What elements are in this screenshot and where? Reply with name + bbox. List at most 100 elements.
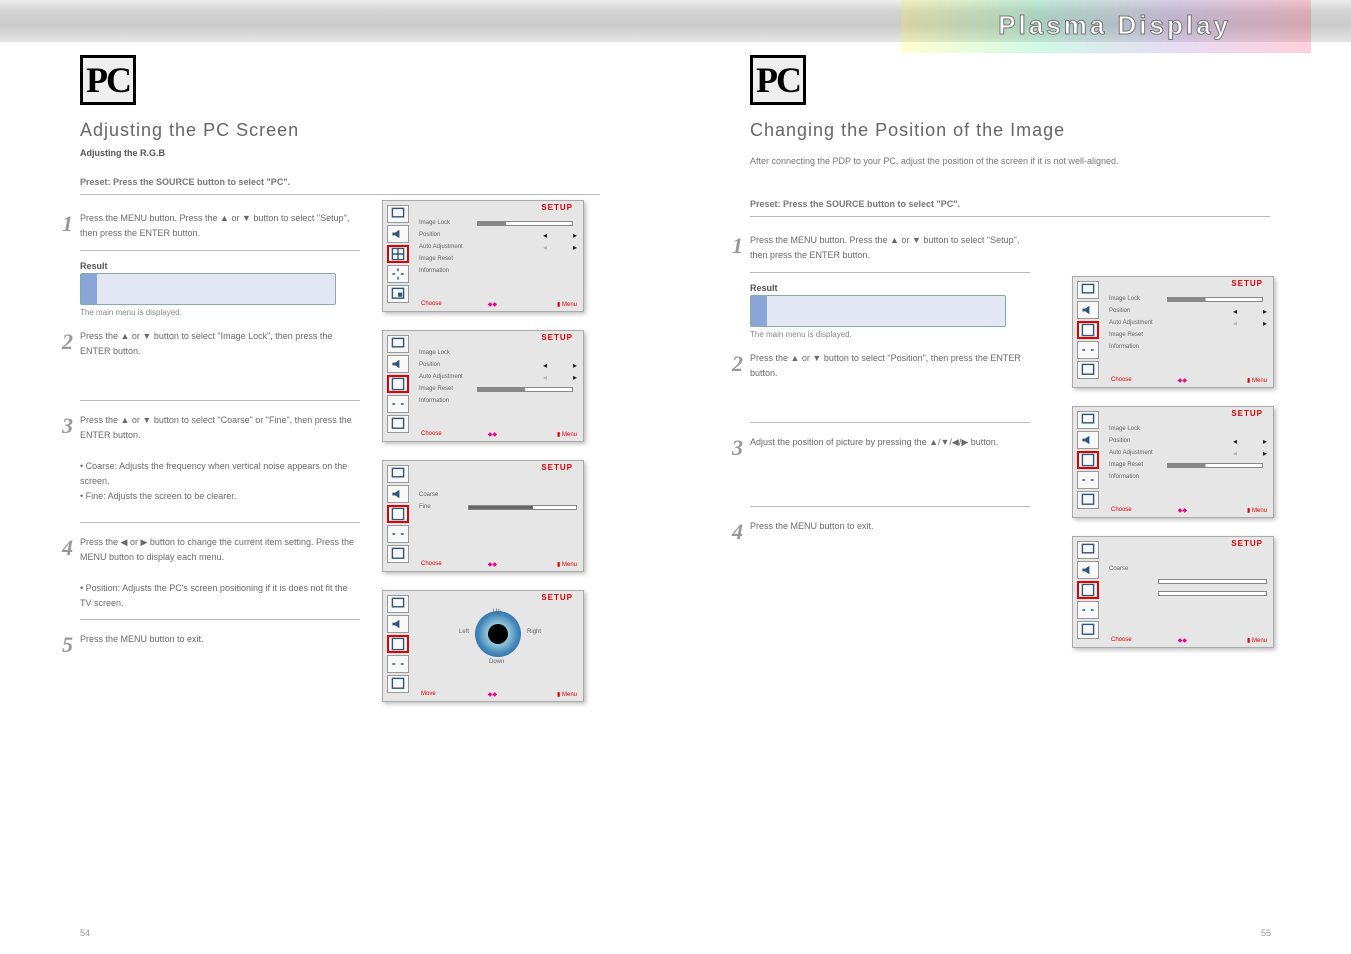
- osd-row-label: Information: [419, 268, 469, 274]
- osd-tab-sound-icon: [1077, 431, 1099, 449]
- osd-tab-pip-icon: [387, 675, 409, 693]
- osd-row-label: Information: [1109, 474, 1159, 480]
- osd-foot: ▮ Menu: [557, 301, 577, 308]
- ring-label-up: Up: [493, 609, 501, 615]
- osd-tab-screen-icon: [1077, 601, 1099, 619]
- osd-row-label: Information: [419, 398, 469, 404]
- callout: Result The main menu is displayed.: [750, 283, 1006, 339]
- osd-stack-right: SETUP Image Lock Position◂▸ Auto Adjustm…: [1072, 276, 1274, 666]
- osd-stack-left: SETUP Image Lock Position◂▸ Auto Adjustm…: [382, 200, 584, 720]
- osd-tab-setup-icon: [1077, 451, 1099, 469]
- osd-tab-picture-icon: [1077, 541, 1099, 559]
- osd-tab-pip-icon: [387, 415, 409, 433]
- osd-row-label: Image Reset: [419, 386, 469, 392]
- step-number: 1: [732, 233, 743, 259]
- section-subtitle: Adjusting the R.G.B: [80, 147, 600, 160]
- osd-tab-sound-icon: [1077, 561, 1099, 579]
- step-number: 4: [732, 519, 743, 545]
- pc-badge-label: PC: [756, 59, 800, 101]
- osd-title: SETUP: [541, 593, 573, 602]
- osd-tab-sound-icon: [387, 485, 409, 503]
- osd-row-label: Coarse: [1109, 566, 1159, 572]
- osd-row-label: Image Lock: [1109, 426, 1159, 432]
- osd-foot: Move: [421, 691, 436, 698]
- osd-row-label: Position: [1109, 438, 1159, 444]
- step-text: Adjust the position of picture by pressi…: [750, 435, 1030, 507]
- osd-title: SETUP: [541, 463, 573, 472]
- osd-tab-sound-icon: [387, 225, 409, 243]
- osd-row-label: Information: [1109, 344, 1159, 350]
- osd-tab-pip-icon: [387, 285, 409, 303]
- osd-tab-sound-icon: [387, 355, 409, 373]
- osd-foot: Choose: [421, 431, 442, 438]
- osd-tab-setup-icon: [387, 245, 409, 263]
- step-number: 2: [732, 351, 743, 377]
- osd-foot: Choose: [421, 561, 442, 568]
- osd-row-label: Position: [419, 362, 469, 368]
- osd-tab-screen-icon: [387, 655, 409, 673]
- step-sub-line: • Coarse: Adjusts the frequency when ver…: [80, 461, 347, 486]
- osd-slider: [477, 387, 573, 392]
- osd-tab-sound-icon: [1077, 301, 1099, 319]
- osd-title: SETUP: [541, 203, 573, 212]
- osd-title: SETUP: [1231, 539, 1263, 548]
- osd-row-label: Position: [1109, 308, 1159, 314]
- osd-imagelock-nav: SETUP Image Lock Position◂▸ Auto Adjustm…: [382, 330, 584, 442]
- osd-row-label: Image Lock: [419, 350, 469, 356]
- callout-sub: The main menu is displayed.: [80, 308, 336, 317]
- osd-row-label: Image Lock: [419, 220, 469, 226]
- callout-box: [80, 273, 336, 305]
- step-sub-line: • Position: Adjusts the PC's screen posi…: [80, 583, 348, 608]
- step-text: Press the MENU button. Press the ▲ or ▼ …: [750, 233, 1030, 273]
- osd-tab-picture-icon: [387, 205, 409, 223]
- osd-tabs: [387, 205, 413, 305]
- step-number: 5: [62, 632, 73, 658]
- callout-head: Result: [80, 261, 336, 271]
- step-number: 3: [732, 435, 743, 461]
- step-number: 1: [62, 211, 73, 237]
- step-text: Press the MENU button to exit.: [750, 519, 1030, 545]
- callout-box: [750, 295, 1006, 327]
- page-title: Changing the Position of the Image: [750, 120, 1270, 141]
- osd-row-label: Image Reset: [419, 256, 469, 262]
- osd-foot: Choose: [1111, 637, 1132, 644]
- osd-coarse-fine: SETUP Coarse Fine Choose◆◆▮ Menu: [382, 460, 584, 572]
- osd-tab-screen-icon: [1077, 341, 1099, 359]
- step-text-line: Press the ▲ or ▼ button to select "Coars…: [80, 415, 352, 440]
- page-number-right: 55: [1261, 928, 1271, 938]
- osd-row-label: Auto Adjustment: [1109, 450, 1159, 456]
- step-text: Press the ▲ or ▼ button to select "Image…: [80, 329, 360, 401]
- step-text: Press the ▲ or ▼ button to select "Posit…: [750, 351, 1030, 423]
- callout-head: Result: [750, 283, 1006, 293]
- step-number: 4: [62, 535, 73, 561]
- pc-badge-right: PC: [750, 55, 806, 105]
- osd-adjust-bars: SETUP Coarse Choose◆◆▮ Menu: [1072, 536, 1274, 648]
- osd-tab-pip-icon: [1077, 491, 1099, 509]
- osd-tab-screen-icon: [387, 395, 409, 413]
- osd-tab-sound-icon: [387, 615, 409, 633]
- osd-tab-picture-icon: [387, 595, 409, 613]
- osd-foot: Choose: [421, 301, 442, 308]
- osd-tab-picture-icon: [387, 465, 409, 483]
- osd-position-highlighted: SETUP Image Lock Position◂▸ Auto Adjustm…: [1072, 406, 1274, 518]
- osd-tab-setup-icon: [387, 635, 409, 653]
- preset-note: Preset: Press the SOURCE button to selec…: [80, 176, 600, 196]
- osd-foot: Choose: [1111, 377, 1132, 384]
- osd-row-label: Auto Adjustment: [1109, 320, 1159, 326]
- osd-position-ring: SETUP Up Down Left Right Move◆◆▮ Menu: [382, 590, 584, 702]
- osd-tab-setup-icon: [1077, 321, 1099, 339]
- osd-tab-pip-icon: [1077, 361, 1099, 379]
- osd-tab-screen-icon: [387, 265, 409, 283]
- osd-title: SETUP: [541, 333, 573, 342]
- step-sub-line: • Fine: Adjusts the screen to be clearer…: [80, 491, 236, 501]
- osd-setup-root: SETUP Image Lock Position◂▸ Auto Adjustm…: [382, 200, 584, 312]
- osd-slider: [468, 505, 577, 510]
- osd-title: SETUP: [1231, 409, 1263, 418]
- osd-slider: [477, 221, 573, 226]
- osd-row-label: Fine: [419, 504, 464, 510]
- ring-label-right: Right: [527, 629, 541, 635]
- page-title: Adjusting the PC Screen: [80, 120, 600, 141]
- osd-slider: [1158, 579, 1267, 584]
- pc-badge-left: PC: [80, 55, 136, 105]
- osd-tab-screen-icon: [1077, 471, 1099, 489]
